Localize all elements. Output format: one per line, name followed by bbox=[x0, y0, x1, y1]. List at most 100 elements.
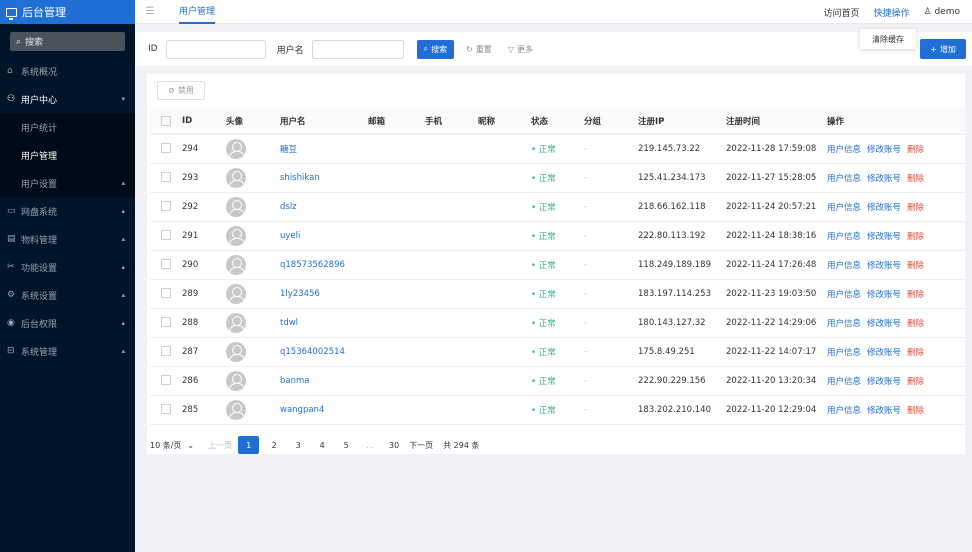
brand[interactable]: 后台管理 bbox=[0, 0, 135, 24]
user-info-link[interactable]: 用户信息 bbox=[827, 145, 861, 155]
page-1-button[interactable]: 1 bbox=[238, 436, 260, 454]
cell-username[interactable]: shishikan bbox=[280, 163, 368, 193]
menu-toggle-icon[interactable]: ☰ bbox=[135, 6, 165, 17]
cell-username[interactable]: uyeli bbox=[280, 221, 368, 251]
delete-link[interactable]: 删除 bbox=[907, 348, 924, 358]
topbar: ☰ 用户管理 访问首页 快捷操作 ♙ demo bbox=[135, 0, 972, 24]
header-reg-ip[interactable]: 注册IP bbox=[638, 108, 726, 135]
disable-button[interactable]: ⊘ 禁用 bbox=[157, 81, 205, 100]
user-info-link[interactable]: 用户信息 bbox=[827, 203, 861, 213]
cell-username[interactable]: q18573562896 bbox=[280, 250, 368, 280]
edit-account-link[interactable]: 修改账号 bbox=[867, 203, 901, 213]
user-menu[interactable]: ♙ demo bbox=[924, 7, 960, 17]
header-phone[interactable]: 手机 bbox=[425, 108, 478, 135]
row-checkbox[interactable] bbox=[161, 288, 171, 299]
reset-button[interactable]: ↻ 重置 bbox=[462, 40, 496, 59]
next-page-button[interactable]: 下一页 bbox=[409, 436, 433, 454]
page-ellipsis[interactable]: ... bbox=[361, 436, 379, 454]
sidebar-item-user-settings[interactable]: 用户设置 ▴ bbox=[0, 169, 135, 197]
delete-link[interactable]: 删除 bbox=[907, 290, 924, 300]
page-2-button[interactable]: 2 bbox=[265, 436, 283, 454]
more-filter-button[interactable]: ▽ 更多 bbox=[504, 40, 537, 59]
sidebar-item-permissions[interactable]: ◉ 后台权限 ▴ bbox=[0, 309, 135, 337]
row-checkbox[interactable] bbox=[161, 230, 171, 241]
row-checkbox[interactable] bbox=[161, 172, 171, 183]
delete-link[interactable]: 删除 bbox=[907, 145, 924, 155]
row-checkbox[interactable] bbox=[161, 201, 171, 212]
sidebar-item-user-center[interactable]: ⚇ 用户中心 ▾ bbox=[0, 85, 135, 113]
sidebar-item-materials[interactable]: ▤ 物料管理 ▴ bbox=[0, 225, 135, 253]
sidebar-item-overview[interactable]: ⌂ 系统概况 bbox=[0, 57, 135, 85]
cell-username[interactable]: wangpan4 bbox=[280, 395, 368, 425]
user-info-link[interactable]: 用户信息 bbox=[827, 290, 861, 300]
delete-link[interactable]: 删除 bbox=[907, 406, 924, 416]
delete-link[interactable]: 删除 bbox=[907, 174, 924, 184]
cell-username[interactable]: dslz bbox=[280, 192, 368, 222]
row-checkbox[interactable] bbox=[161, 346, 171, 357]
row-checkbox[interactable] bbox=[161, 259, 171, 270]
page-30-button[interactable]: 30 bbox=[385, 436, 403, 454]
search-button[interactable]: ⌕ 搜索 bbox=[416, 39, 455, 59]
edit-account-link[interactable]: 修改账号 bbox=[867, 319, 901, 329]
header-username[interactable]: 用户名 bbox=[280, 108, 368, 135]
delete-link[interactable]: 删除 bbox=[907, 377, 924, 387]
edit-account-link[interactable]: 修改账号 bbox=[867, 174, 901, 184]
header-reg-time[interactable]: 注册时间 bbox=[726, 108, 827, 135]
edit-account-link[interactable]: 修改账号 bbox=[867, 232, 901, 242]
row-checkbox[interactable] bbox=[161, 143, 171, 154]
id-input[interactable] bbox=[165, 39, 266, 59]
user-info-link[interactable]: 用户信息 bbox=[827, 377, 861, 387]
edit-account-link[interactable]: 修改账号 bbox=[867, 145, 901, 155]
sidebar-item-cloud-disk[interactable]: ▭ 网盘系统 ▴ bbox=[0, 197, 135, 225]
user-info-link[interactable]: 用户信息 bbox=[827, 174, 861, 184]
avatar bbox=[226, 225, 246, 246]
edit-account-link[interactable]: 修改账号 bbox=[867, 406, 901, 416]
header-group[interactable]: 分组 bbox=[584, 108, 638, 135]
clear-cache-menu-item[interactable]: 清除缓存 bbox=[860, 29, 916, 49]
row-checkbox[interactable] bbox=[161, 317, 171, 328]
delete-link[interactable]: 删除 bbox=[907, 261, 924, 271]
visit-home-link[interactable]: 访问首页 bbox=[823, 6, 859, 19]
cell-username[interactable]: banma bbox=[280, 366, 368, 396]
cell-username[interactable]: tdwl bbox=[280, 308, 368, 338]
edit-account-link[interactable]: 修改账号 bbox=[867, 348, 901, 358]
prev-page-button[interactable]: 上一页 bbox=[208, 436, 232, 454]
sidebar-item-system-settings[interactable]: ⚙ 系统设置 ▴ bbox=[0, 281, 135, 309]
cell-username[interactable]: q15364002514 bbox=[280, 337, 368, 367]
search-icon: ⌕ bbox=[423, 44, 429, 53]
sidebar-search[interactable]: ⌕ 搜索 bbox=[10, 32, 125, 51]
header-nickname[interactable]: 昵称 bbox=[478, 108, 531, 135]
cell-username[interactable]: 1ly23456 bbox=[280, 279, 368, 309]
username-input[interactable] bbox=[311, 39, 404, 59]
select-all-checkbox[interactable] bbox=[161, 115, 171, 126]
header-status[interactable]: 状态 bbox=[531, 108, 584, 135]
add-button[interactable]: + 增加 bbox=[920, 39, 966, 59]
delete-link[interactable]: 删除 bbox=[907, 319, 924, 329]
user-info-link[interactable]: 用户信息 bbox=[827, 232, 861, 242]
sidebar-item-function-settings[interactable]: ✂ 功能设置 ▴ bbox=[0, 253, 135, 281]
edit-account-link[interactable]: 修改账号 bbox=[867, 377, 901, 387]
user-info-link[interactable]: 用户信息 bbox=[827, 319, 861, 329]
page-5-button[interactable]: 5 bbox=[337, 436, 355, 454]
sidebar-item-system-manage[interactable]: ⊟ 系统管理 ▴ bbox=[0, 337, 135, 365]
sidebar-item-user-manage[interactable]: 用户管理 bbox=[0, 141, 135, 169]
page-3-button[interactable]: 3 bbox=[289, 436, 307, 454]
cell-username[interactable]: 糖豆 bbox=[280, 134, 368, 164]
delete-link[interactable]: 删除 bbox=[907, 232, 924, 242]
cell-reg-ip: 183.197.114.253 bbox=[638, 279, 726, 309]
header-id[interactable]: ID bbox=[182, 108, 226, 135]
quick-ops-link[interactable]: 快捷操作 bbox=[874, 6, 910, 19]
user-info-link[interactable]: 用户信息 bbox=[827, 406, 861, 416]
edit-account-link[interactable]: 修改账号 bbox=[867, 290, 901, 300]
sidebar-item-user-stats[interactable]: 用户统计 bbox=[0, 113, 135, 141]
user-info-link[interactable]: 用户信息 bbox=[827, 348, 861, 358]
page-size-select[interactable]: 10 条/页 ⌄ bbox=[150, 440, 194, 451]
row-checkbox[interactable] bbox=[161, 375, 171, 386]
tab-user-manage[interactable]: 用户管理 bbox=[179, 0, 216, 24]
user-info-link[interactable]: 用户信息 bbox=[827, 261, 861, 271]
row-checkbox[interactable] bbox=[161, 404, 171, 415]
edit-account-link[interactable]: 修改账号 bbox=[867, 261, 901, 271]
page-4-button[interactable]: 4 bbox=[313, 436, 331, 454]
header-email[interactable]: 邮箱 bbox=[368, 108, 425, 135]
delete-link[interactable]: 删除 bbox=[907, 203, 924, 213]
